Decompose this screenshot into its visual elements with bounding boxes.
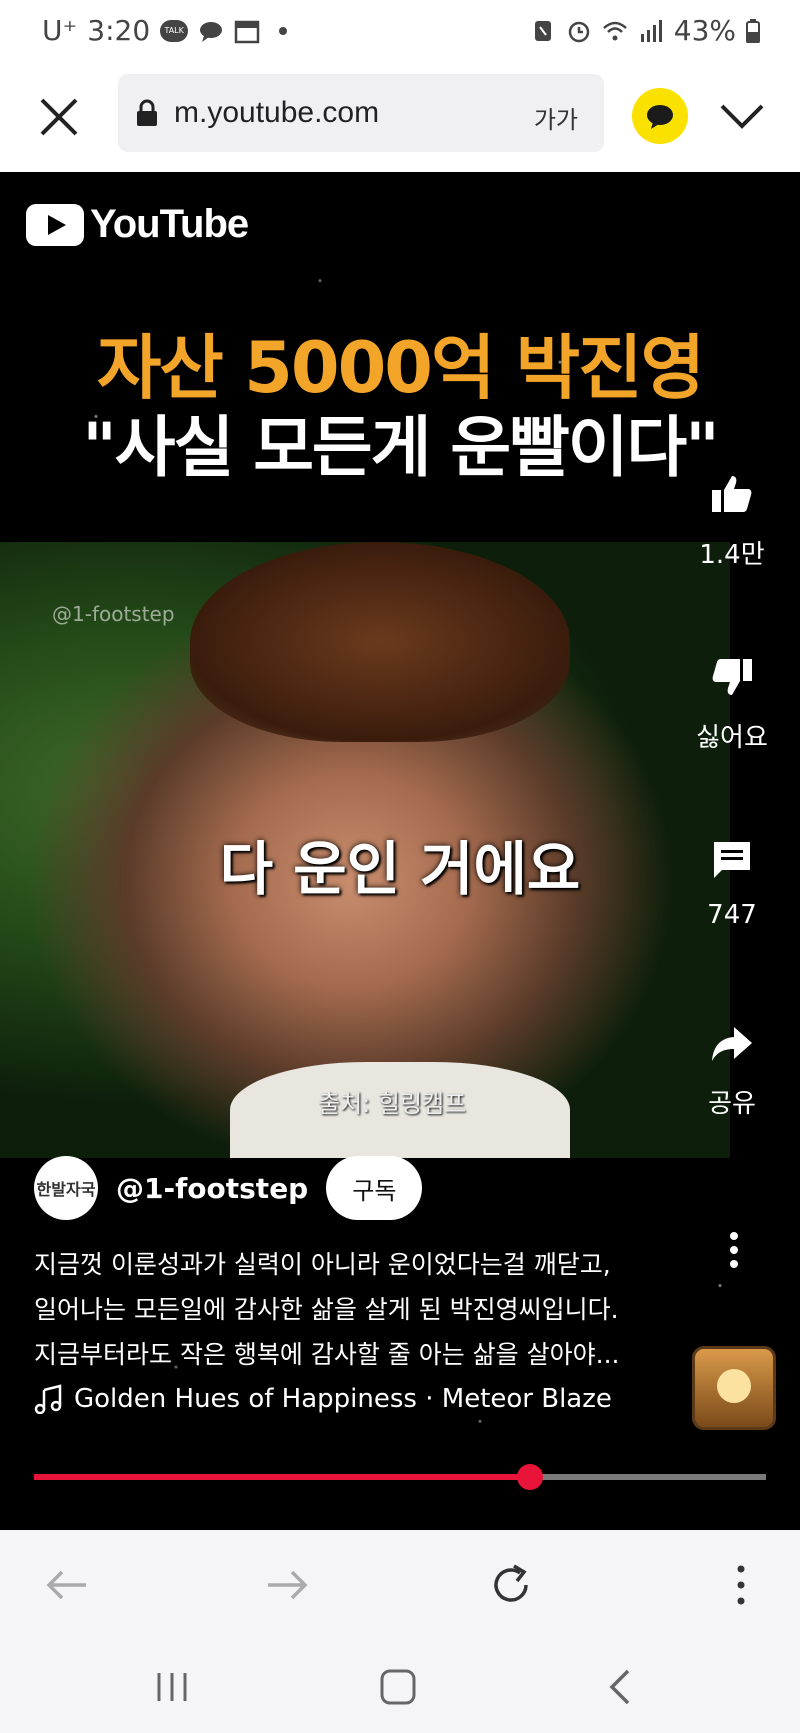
reload-icon[interactable] bbox=[486, 1560, 536, 1610]
browser-toolbar: m.youtube.com 가가 bbox=[0, 62, 800, 172]
comments-button[interactable]: 747 bbox=[690, 838, 774, 930]
music-note-icon bbox=[34, 1384, 62, 1414]
home-icon[interactable] bbox=[376, 1665, 420, 1709]
close-icon[interactable] bbox=[34, 92, 84, 142]
description-line: 지금부터라도 작은 행복에 감사할 줄 아는 삶을 살아야... bbox=[34, 1340, 620, 1369]
share-button[interactable]: 공유 bbox=[690, 1021, 774, 1120]
more-options-icon[interactable] bbox=[716, 1230, 752, 1270]
progress-played bbox=[34, 1474, 531, 1480]
subscribe-label: 구독 bbox=[352, 1176, 397, 1205]
shorts-video-player[interactable]: YouTube 자산 5000억 박진영 "사실 모든게 운빨이다" @1-fo… bbox=[0, 172, 800, 1530]
avatar-text: 한발자국 bbox=[36, 1180, 96, 1199]
lock-icon bbox=[137, 99, 157, 126]
comment-icon bbox=[714, 842, 750, 878]
youtube-logo: YouTube bbox=[26, 202, 249, 247]
menu-kebab-icon[interactable] bbox=[716, 1560, 766, 1610]
video-progress-bar[interactable] bbox=[34, 1464, 766, 1490]
music-track-label: Golden Hues of Happiness · Meteor Blaze bbox=[74, 1384, 612, 1414]
description-line: 일어나는 모든일에 감사한 삶을 살게 된 박진영씨입니다. bbox=[34, 1295, 619, 1324]
channel-handle[interactable]: @1-footstep bbox=[116, 1172, 308, 1205]
clock: 3:20 bbox=[87, 14, 151, 47]
youtube-wordmark: YouTube bbox=[90, 202, 249, 246]
chat-bubble-icon bbox=[200, 21, 223, 42]
video-source-caption: 출처: 힐링캠프 bbox=[318, 1090, 467, 1118]
comment-count: 747 bbox=[707, 900, 757, 930]
battery-icon bbox=[746, 18, 760, 43]
video-headline-line2: "사실 모든게 운빨이다" bbox=[82, 409, 719, 486]
text-size-button[interactable]: 가가 bbox=[534, 100, 578, 135]
channel-avatar[interactable]: 한발자국 bbox=[34, 1156, 98, 1220]
dislike-button[interactable]: 싫어요 bbox=[690, 655, 774, 754]
talk-icon: TALK bbox=[160, 19, 189, 42]
like-button[interactable]: 1.4만 bbox=[690, 472, 774, 571]
nfc-icon bbox=[534, 20, 551, 41]
thumbs-up-icon bbox=[712, 476, 752, 512]
alarm-icon bbox=[568, 21, 590, 42]
address-bar[interactable]: m.youtube.com 가가 bbox=[118, 74, 604, 152]
chevron-down-icon[interactable] bbox=[716, 96, 768, 136]
like-count: 1.4만 bbox=[699, 540, 765, 570]
description-line: 지금껏 이룬성과가 실력이 아니라 운이었다는걸 깨닫고, bbox=[34, 1250, 611, 1279]
video-watermark: @1-footstep bbox=[52, 602, 175, 626]
forward-arrow-icon[interactable] bbox=[262, 1560, 312, 1610]
video-subtitle: 다 운인 거에요 bbox=[219, 835, 581, 903]
browser-navigation-bar bbox=[0, 1530, 800, 1635]
video-description[interactable]: 지금껏 이룬성과가 실력이 아니라 운이었다는걸 깨닫고, 일어나는 모든일에 … bbox=[34, 1242, 674, 1377]
wifi-icon bbox=[602, 21, 627, 40]
music-album-thumbnail[interactable] bbox=[692, 1346, 776, 1430]
back-arrow-icon[interactable] bbox=[42, 1560, 92, 1610]
system-navigation-bar bbox=[0, 1635, 800, 1733]
system-back-icon[interactable] bbox=[600, 1665, 644, 1709]
signal-icon bbox=[640, 19, 662, 42]
url-text: m.youtube.com bbox=[174, 96, 380, 129]
video-frame: @1-footstep 다 운인 거에요 출처: 힐링캠프 bbox=[0, 542, 730, 1158]
thumbs-down-icon bbox=[712, 659, 752, 695]
kakao-speech-bubble-icon bbox=[647, 105, 673, 129]
share-arrow-icon bbox=[712, 1027, 752, 1061]
battery-percent: 43% bbox=[673, 14, 736, 47]
kakao-talk-share-button[interactable] bbox=[632, 88, 688, 144]
music-track-row[interactable]: Golden Hues of Happiness · Meteor Blaze bbox=[34, 1384, 612, 1414]
subscribe-button[interactable]: 구독 bbox=[326, 1156, 423, 1220]
share-label: 공유 bbox=[708, 1089, 756, 1119]
recent-apps-icon[interactable] bbox=[150, 1665, 194, 1709]
carrier-label: U⁺ bbox=[42, 14, 78, 47]
dislike-label: 싫어요 bbox=[696, 723, 768, 753]
dot-icon bbox=[279, 26, 288, 35]
calendar-icon bbox=[234, 20, 260, 43]
channel-row: 한발자국 @1-footstep 구독 bbox=[34, 1156, 423, 1220]
youtube-play-icon bbox=[26, 203, 84, 246]
person-hair bbox=[190, 542, 570, 742]
status-bar: U⁺ 3:20 TALK 43% bbox=[0, 0, 800, 62]
